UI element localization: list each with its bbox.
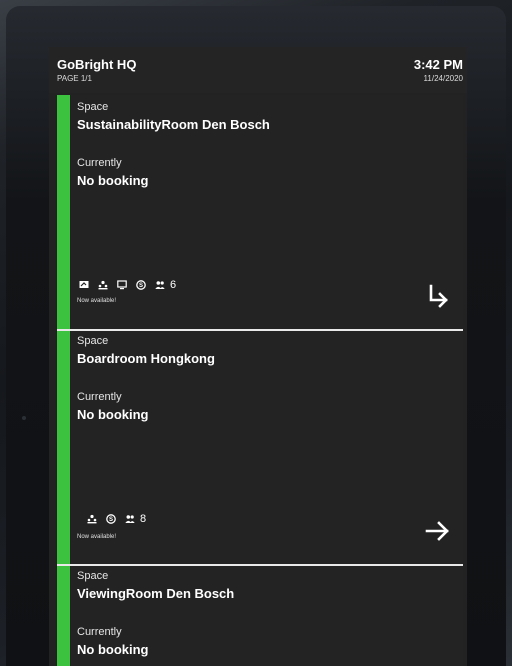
booking-status: No booking: [77, 642, 149, 657]
room-card[interactable]: Space SustainabilityRoom Den Bosch Curre…: [57, 95, 463, 331]
video-conference-icon: [98, 280, 108, 290]
currently-label: Currently: [77, 157, 122, 169]
room-card[interactable]: Space Boardroom Hongkong Currently No bo…: [57, 331, 463, 566]
availability-bar: [57, 95, 70, 331]
availability-text: Now available!: [77, 534, 117, 540]
availability-bar: [57, 566, 70, 666]
space-label: Space: [77, 570, 109, 582]
arrow-down-right-icon[interactable]: [425, 283, 451, 309]
room-display-screen: GoBright HQ PAGE 1/1 3:42 PM 11/24/2020 …: [49, 47, 467, 666]
capacity-count: 6: [170, 279, 177, 291]
capacity-count: 8: [140, 513, 147, 525]
people-icon: [155, 281, 165, 289]
room-card[interactable]: Space ViewingRoom Den Bosch Currently No…: [57, 566, 463, 666]
room-name: Boardroom Hongkong: [77, 351, 215, 366]
screen-icon: [117, 280, 127, 290]
location-title: GoBright HQ: [57, 57, 137, 72]
availability-bar: [57, 331, 70, 566]
facilities-row: S 6: [79, 279, 176, 291]
space-label: Space: [77, 335, 109, 347]
skype-icon: S: [136, 280, 146, 290]
sensor-dot: [22, 416, 26, 420]
svg-text:S: S: [139, 283, 143, 289]
people-icon: [125, 515, 135, 523]
arrow-right-icon[interactable]: [425, 518, 451, 544]
page-indicator: PAGE 1/1: [57, 74, 92, 83]
skype-icon: S: [106, 514, 116, 524]
booking-status: No booking: [77, 173, 149, 188]
space-label: Space: [77, 101, 109, 113]
facilities-row: S 8: [87, 513, 146, 525]
room-name: ViewingRoom Den Bosch: [77, 586, 235, 601]
video-conference-icon: [87, 514, 97, 524]
header: GoBright HQ PAGE 1/1 3:42 PM 11/24/2020: [49, 47, 467, 93]
booking-status: No booking: [77, 407, 149, 422]
clock-date: 11/24/2020: [423, 74, 463, 83]
whiteboard-icon: [79, 281, 89, 288]
svg-text:S: S: [109, 517, 113, 523]
currently-label: Currently: [77, 626, 122, 638]
room-name: SustainabilityRoom Den Bosch: [77, 117, 270, 132]
clock-time: 3:42 PM: [413, 57, 463, 72]
currently-label: Currently: [77, 391, 122, 403]
availability-text: Now available!: [77, 298, 117, 304]
device-frame: GoBright HQ PAGE 1/1 3:42 PM 11/24/2020 …: [0, 0, 512, 666]
